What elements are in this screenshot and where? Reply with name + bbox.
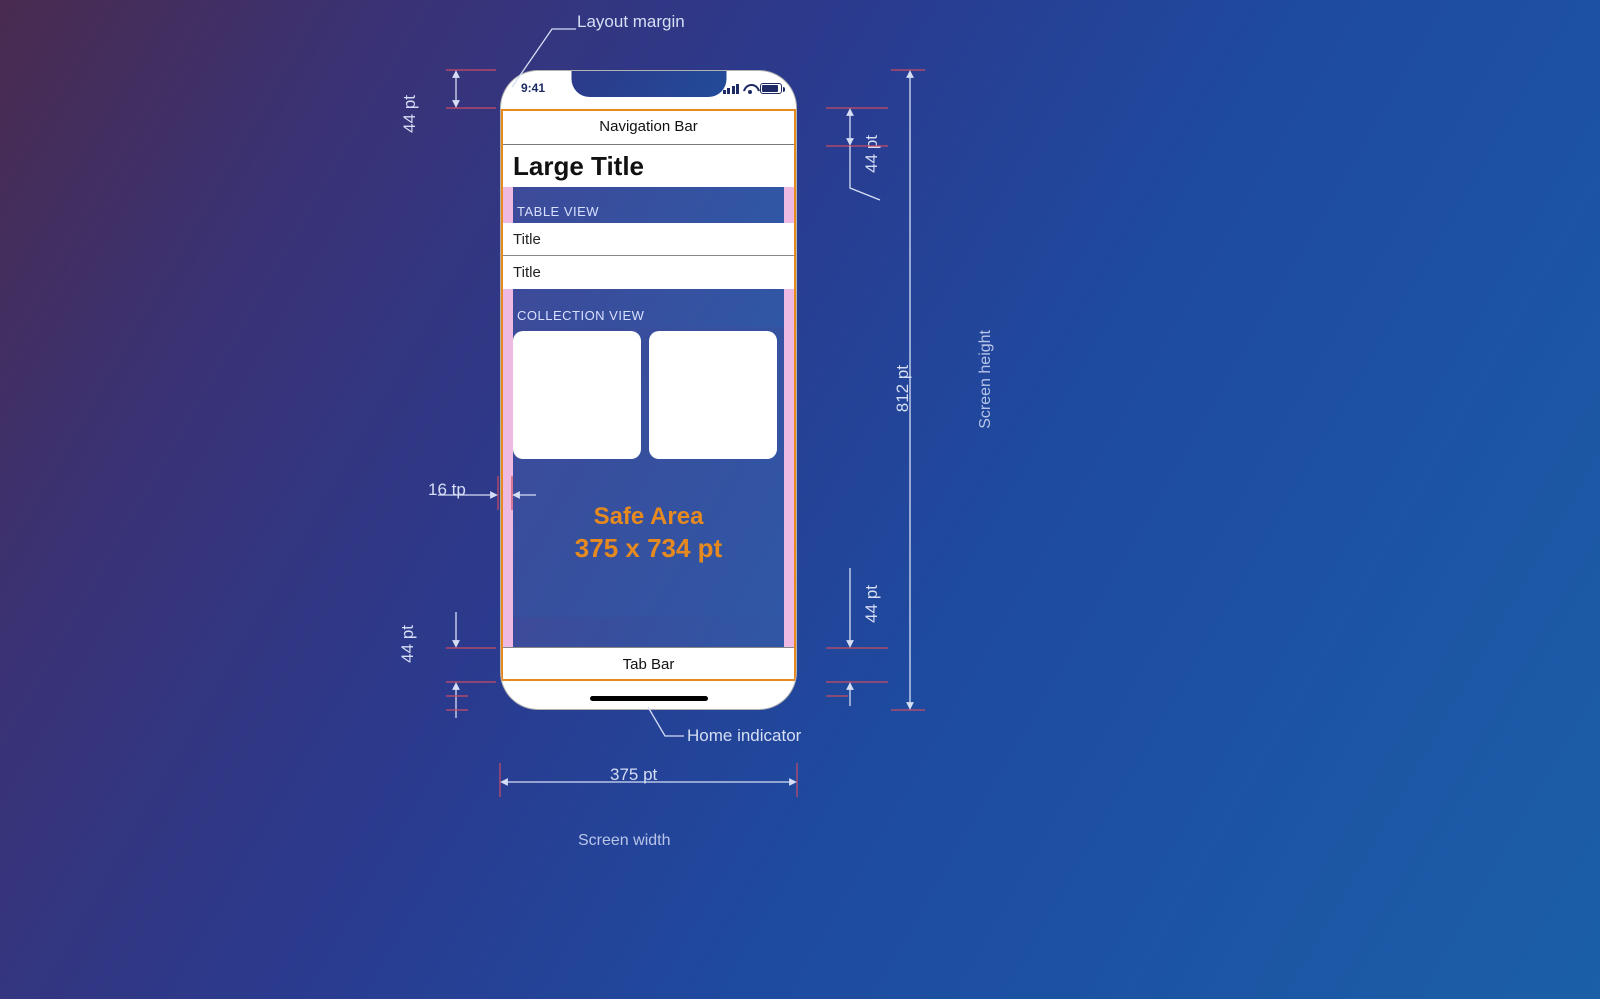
table-view-header-label: TABLE VIEW	[517, 204, 599, 219]
anno-screen-width: Screen width	[578, 832, 671, 850]
safe-area-label: Safe Area 375 x 734 pt	[513, 459, 784, 564]
content-gap	[513, 617, 784, 649]
anno-tab-right: 44 pt	[862, 585, 882, 623]
table-row-label: Title	[513, 231, 541, 248]
tab-bar: Tab Bar	[503, 647, 794, 681]
status-icons	[723, 83, 783, 94]
anno-tab-left: 44 pt	[398, 625, 418, 663]
battery-icon	[760, 83, 782, 94]
navigation-bar-label: Navigation Bar	[599, 118, 697, 135]
collection-view-header-label: COLLECTION VIEW	[517, 308, 644, 323]
home-indicator	[590, 696, 708, 701]
collection-view-header: COLLECTION VIEW	[513, 289, 784, 327]
phone-frame: 9:41 Navigation Bar Large Title TABLE VI…	[500, 70, 797, 710]
table-view-header: TABLE VIEW	[513, 187, 784, 223]
collection-card	[649, 331, 777, 459]
dimension-overlay	[0, 0, 1600, 999]
anno-margin-value: 16 tp	[428, 480, 466, 500]
anno-nav-height: 44 pt	[862, 135, 882, 173]
anno-screen-w-value: 375 pt	[610, 765, 657, 785]
large-title-label: Large Title	[513, 151, 644, 182]
navigation-bar: Navigation Bar	[503, 109, 794, 145]
anno-status-top: 44 pt	[400, 95, 420, 133]
table-row: Title	[503, 256, 794, 289]
table-row: Title	[503, 223, 794, 256]
layout-margin-right	[784, 109, 796, 681]
safe-area-line1: Safe Area	[513, 503, 784, 531]
safe-area-line2: 375 x 734 pt	[513, 533, 784, 564]
large-title: Large Title	[503, 145, 794, 187]
collection-card	[513, 331, 641, 459]
anno-screen-height: Screen height	[977, 330, 995, 429]
anno-home-indicator: Home indicator	[687, 726, 801, 746]
wifi-icon	[743, 84, 756, 94]
anno-screen-h-value: 812 pt	[893, 365, 913, 412]
table-row-label: Title	[513, 264, 541, 281]
notch	[571, 71, 726, 97]
tab-bar-label: Tab Bar	[623, 656, 675, 673]
collection-view: Safe Area 375 x 734 pt	[513, 327, 784, 617]
layout-margin-left	[501, 109, 513, 681]
anno-layout-margin: Layout margin	[577, 12, 685, 32]
status-time: 9:41	[521, 81, 545, 95]
